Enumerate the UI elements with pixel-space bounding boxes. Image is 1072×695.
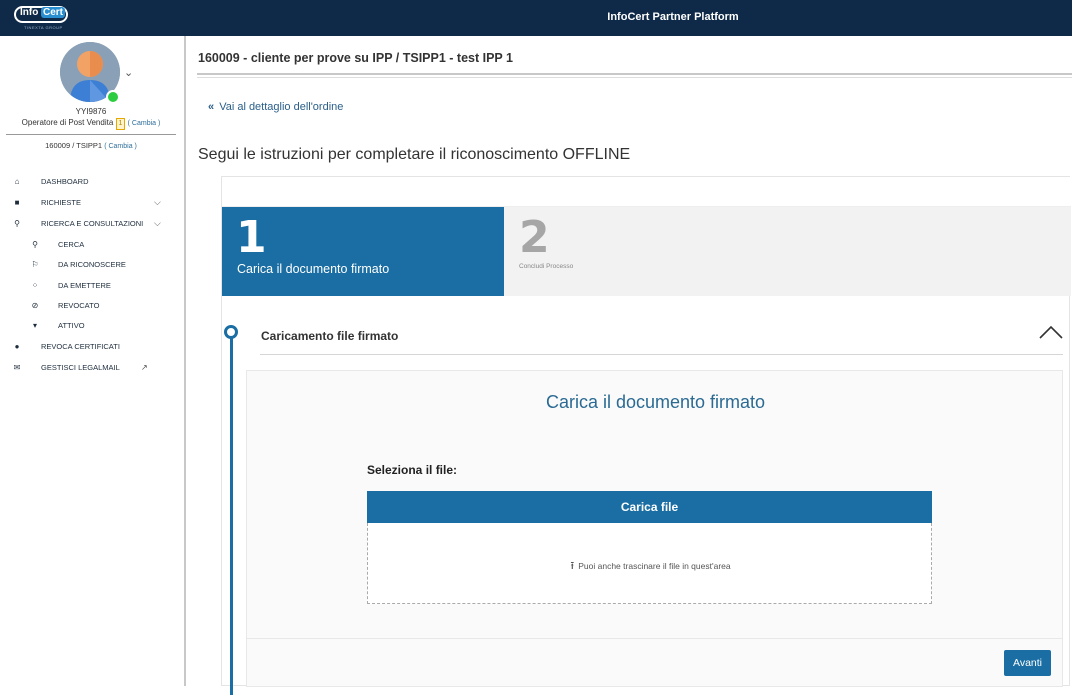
section-title: Caricamento file firmato xyxy=(261,329,399,343)
step-1[interactable]: 1 Carica il documento firmato xyxy=(222,207,504,296)
change-role-link[interactable]: ( Cambia ) xyxy=(128,120,161,127)
sidebar-item-label: REVOCA CERTIFICATI xyxy=(41,341,120,351)
search-icon: ⚲ xyxy=(32,239,38,249)
section-divider xyxy=(260,354,1063,355)
file-select-label: Seleziona il file: xyxy=(367,463,458,477)
user-code: YYI9876 xyxy=(75,107,107,116)
org-label: 160009 / TSIPP1 xyxy=(45,141,103,150)
logo-subtext: TINEXTA GROUP xyxy=(24,25,63,30)
file-dropzone[interactable]: ⭱ Puoi anche trascinare il file in quest'… xyxy=(367,523,932,604)
sidebar-item-label: DA EMETTERE xyxy=(58,280,111,290)
step-2-number: 2 xyxy=(519,212,550,263)
dropzone-hint-text: Puoi anche trascinare il file in quest'a… xyxy=(578,561,731,571)
sidebar-item-da-emettere[interactable]: ⁘ DA EMETTERE xyxy=(0,278,182,292)
user-role-line: Operatore di Post Vendita 1 ( Cambia ) xyxy=(0,118,182,130)
user-role: Operatore di Post Vendita xyxy=(21,118,114,127)
step-1-number: 1 xyxy=(236,212,267,263)
sidebar-item-label: DA RICONOSCERE xyxy=(58,259,126,269)
upload-file-button[interactable]: Carica file xyxy=(367,491,932,523)
wizard-card: 1 Carica il documento firmato 2 Concludi… xyxy=(221,176,1071,695)
chevron-down-icon: ⌵ xyxy=(154,217,161,228)
dropzone-hint: ⭱ Puoi anche trascinare il file in quest'… xyxy=(368,557,933,576)
timeline-line xyxy=(230,335,233,695)
spinner-icon: ⁘ xyxy=(31,280,39,290)
step-1-label: Carica il documento firmato xyxy=(237,262,390,276)
double-chevron-left-icon: « xyxy=(208,101,215,113)
card-header xyxy=(222,177,1071,207)
chevron-down-icon[interactable]: ⌄ xyxy=(124,66,133,79)
user-avatar[interactable] xyxy=(60,42,122,104)
briefcase-icon: ■ xyxy=(14,197,20,207)
sidebar-item-cerca[interactable]: ⚲ CERCA xyxy=(0,237,182,251)
home-icon: ⌂ xyxy=(14,176,20,186)
sidebar-item-revocato[interactable]: ⊘ REVOCATO xyxy=(0,298,182,312)
sidebar-item-gestisci-legalmail[interactable]: ✉ GESTISCI LEGALMAIL ↗ xyxy=(0,360,182,374)
top-bar: Info Cert TINEXTA GROUP InfoCert Partner… xyxy=(0,0,1072,36)
divider xyxy=(6,134,176,135)
title-divider xyxy=(197,73,1072,75)
sidebar-item-dashboard[interactable]: ⌂ DASHBOARD xyxy=(0,174,182,188)
search-icon: ⚲ xyxy=(14,218,20,228)
wizard-steps: 1 Carica il documento firmato 2 Concludi… xyxy=(222,207,1071,296)
role-count-badge: 1 xyxy=(115,118,126,130)
sidebar-item-label: REVOCATO xyxy=(58,300,100,310)
sidebar-item-label: ATTIVO xyxy=(58,320,85,330)
upload-panel: Carica il documento firmato Seleziona il… xyxy=(246,370,1063,687)
sidebar-item-richieste[interactable]: ■ RICHIESTE ⌵ xyxy=(0,195,182,209)
instructions-heading: Segui le istruzioni per completare il ri… xyxy=(198,146,631,163)
back-to-order-link[interactable]: « Vai al dettaglio dell'ordine xyxy=(208,101,343,113)
shield-icon: ▾ xyxy=(32,320,37,330)
panel-footer: Avanti xyxy=(247,638,1062,686)
sidebar-item-attivo[interactable]: ▾ ATTIVO xyxy=(0,318,182,332)
chevron-up-shape xyxy=(1039,325,1063,339)
sidebar-item-ricerca[interactable]: ⚲ RICERCA E CONSULTAZIONI ⌵ xyxy=(0,216,182,230)
timeline-dot xyxy=(224,325,238,339)
online-status-dot xyxy=(106,90,120,104)
sidebar-item-label: GESTISCI LEGALMAIL xyxy=(41,362,120,372)
org-line: 160009 / TSIPP1 ( Cambia ) xyxy=(0,141,182,150)
sidebar-item-revoca-certificati[interactable]: ● REVOCA CERTIFICATI xyxy=(0,339,182,353)
change-org-link[interactable]: ( Cambia ) xyxy=(104,143,137,150)
sidebar-item-label: RICERCA E CONSULTAZIONI xyxy=(41,218,144,228)
sidebar: ⌄ YYI9876 Operatore di Post Vendita 1 ( … xyxy=(0,36,186,686)
panel-title: Carica il documento firmato xyxy=(545,392,766,412)
chevron-down-icon: ⌵ xyxy=(154,196,161,207)
page-title: 160009 - cliente per prove su IPP / TSIP… xyxy=(198,51,513,65)
circle-icon: ● xyxy=(14,341,20,351)
chevron-up-icon[interactable] xyxy=(1038,323,1064,341)
pin-icon: ⚐ xyxy=(31,259,39,269)
app-title: InfoCert Partner Platform xyxy=(607,11,739,23)
title-divider-secondary xyxy=(197,77,1072,78)
sidebar-item-label: RICHIESTE xyxy=(41,197,82,207)
mail-icon: ✉ xyxy=(13,362,21,372)
ban-icon: ⊘ xyxy=(31,300,39,310)
back-link-label: Vai al dettaglio dell'ordine xyxy=(219,101,344,113)
sidebar-item-label: DASHBOARD xyxy=(41,176,89,186)
external-link-icon: ↗ xyxy=(141,362,148,372)
upload-icon: ⭱ xyxy=(570,560,575,572)
sidebar-item-label: CERCA xyxy=(58,239,85,249)
sidebar-item-da-riconoscere[interactable]: ⚐ DA RICONOSCERE xyxy=(0,257,182,271)
next-button[interactable]: Avanti xyxy=(1004,650,1051,676)
step-2-label: Concludi Processo xyxy=(519,263,574,270)
